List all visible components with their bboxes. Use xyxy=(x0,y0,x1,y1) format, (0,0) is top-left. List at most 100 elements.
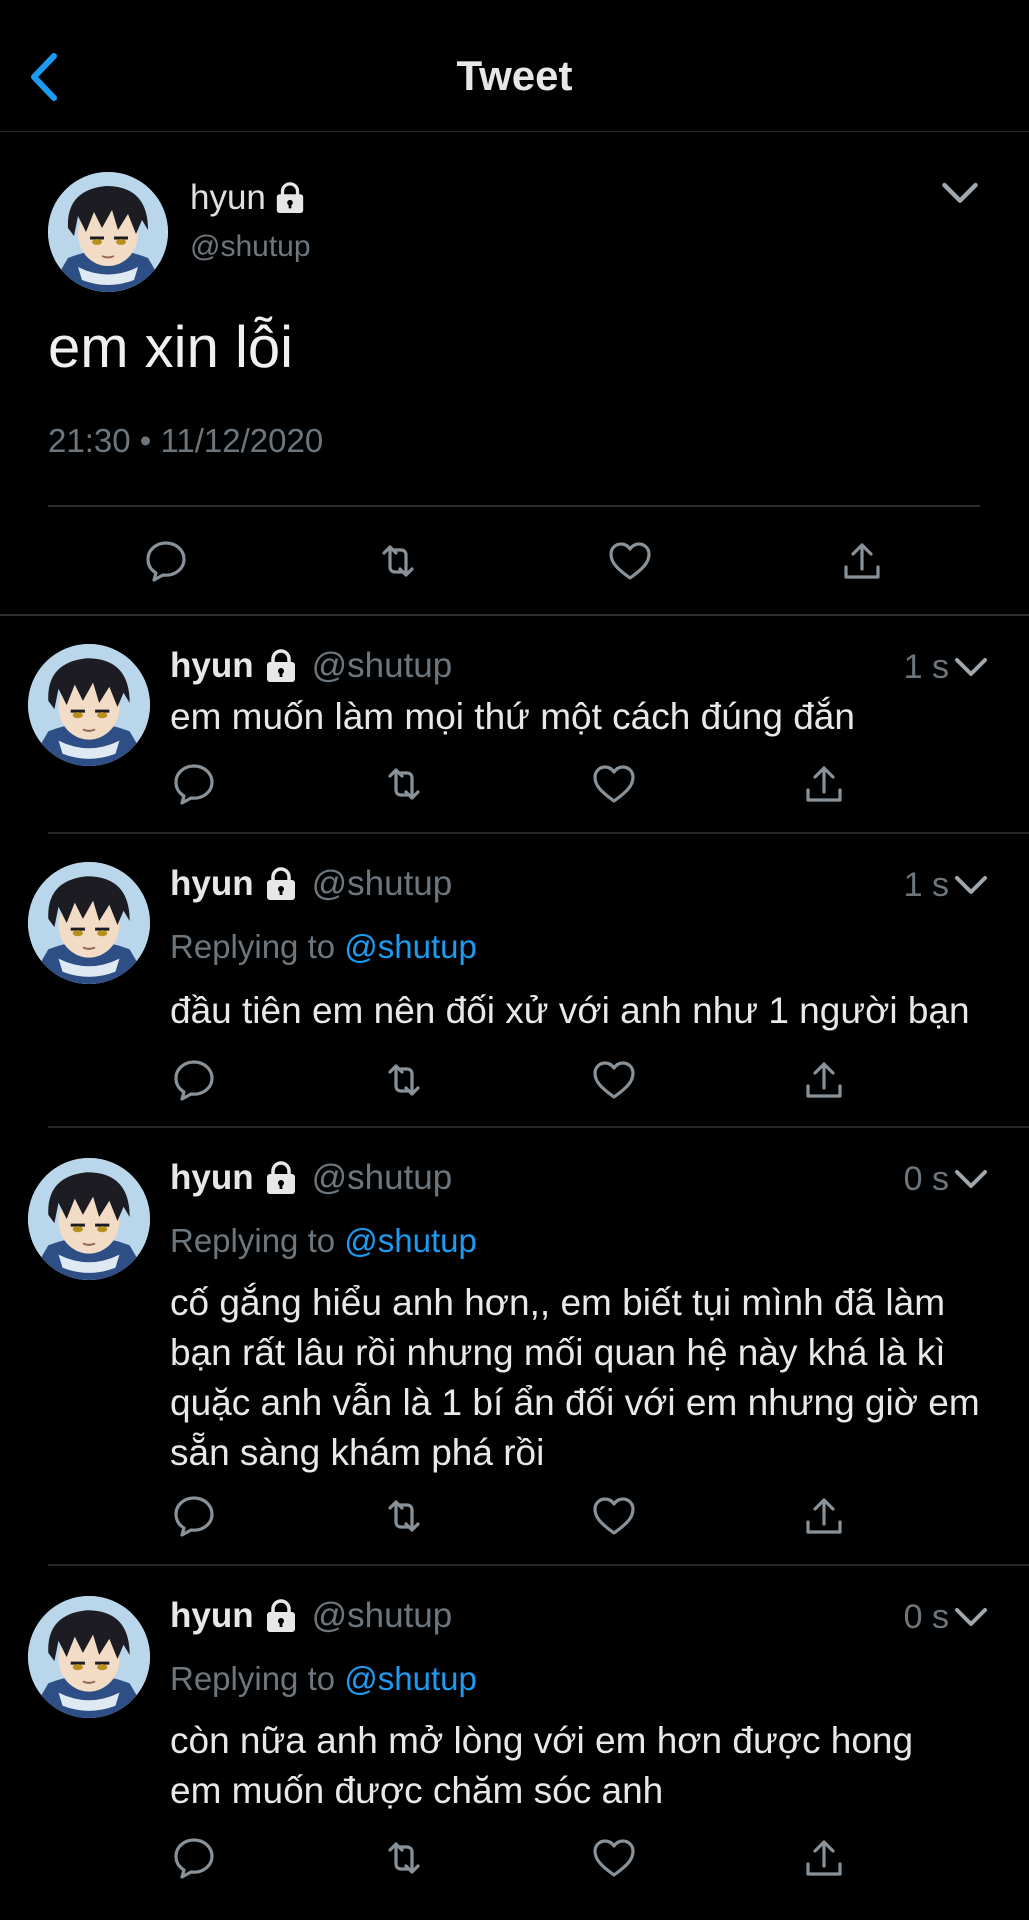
like-button[interactable] xyxy=(590,1492,638,1540)
chevron-down-icon[interactable] xyxy=(951,1162,991,1198)
retweet-icon xyxy=(374,537,422,585)
reply-actions xyxy=(0,1056,1029,1106)
reply-button[interactable] xyxy=(170,1056,218,1104)
retweet-icon xyxy=(380,1492,428,1540)
replying-to-label: Replying to xyxy=(170,1660,336,1697)
heart-icon xyxy=(590,760,638,808)
lock-icon xyxy=(264,867,298,901)
reply-tweet[interactable]: hyun @shutup 1 s Replying to @shutup đầu… xyxy=(0,834,1029,1128)
share-button[interactable] xyxy=(800,1056,848,1104)
replying-to-mention[interactable]: @shutup xyxy=(344,928,477,965)
reply-text-line: bạn rất lâu rồi nhưng mối quan hệ này kh… xyxy=(170,1332,946,1373)
lock-icon xyxy=(274,182,306,214)
reply-icon xyxy=(170,1492,218,1540)
reply-time: 1 s xyxy=(903,648,949,686)
share-icon xyxy=(838,537,886,585)
author-handle: @shutup xyxy=(311,646,453,685)
like-button[interactable] xyxy=(606,537,654,585)
reply-button[interactable] xyxy=(170,1492,218,1540)
author-handle: @shutup xyxy=(311,1596,453,1635)
retweet-button[interactable] xyxy=(380,760,428,808)
chevron-down-icon[interactable] xyxy=(951,1600,991,1636)
reply-actions xyxy=(0,1834,1029,1884)
chevron-down-icon[interactable] xyxy=(951,650,991,686)
page-title: Tweet xyxy=(456,52,573,99)
avatar[interactable] xyxy=(28,862,150,984)
reply-text-line: cố gắng hiểu anh hơn,, em biết tụi mình … xyxy=(170,1282,946,1323)
heart-icon xyxy=(590,1056,638,1104)
author-name: hyun xyxy=(190,178,266,217)
avatar[interactable] xyxy=(28,644,150,766)
replying-to-mention[interactable]: @shutup xyxy=(344,1660,477,1697)
reply-text: em muốn làm mọi thứ một cách đúng đắn xyxy=(170,696,855,737)
reply-actions xyxy=(0,760,1029,810)
retweet-button[interactable] xyxy=(380,1056,428,1104)
reply-header: hyun @shutup xyxy=(170,1596,452,1636)
reply-icon xyxy=(170,1056,218,1104)
reply-button[interactable] xyxy=(142,537,190,585)
heart-icon xyxy=(590,1492,638,1540)
share-button[interactable] xyxy=(800,760,848,808)
reply-text-line: sẵn sàng khám phá rồi xyxy=(170,1432,545,1473)
avatar[interactable] xyxy=(28,1158,150,1280)
reply-header: hyun @shutup xyxy=(170,646,452,686)
share-button[interactable] xyxy=(838,537,886,585)
divider xyxy=(48,505,980,507)
tweet-actions xyxy=(0,537,1029,597)
reply-actions xyxy=(0,1492,1029,1542)
lock-icon xyxy=(264,1161,298,1195)
replying-to: Replying to @shutup xyxy=(170,928,477,966)
retweet-button[interactable] xyxy=(380,1492,428,1540)
share-icon xyxy=(800,760,848,808)
heart-icon xyxy=(606,537,654,585)
like-button[interactable] xyxy=(590,760,638,808)
main-tweet: hyun @shutup em xin lỗi 21:30 • 11/12/20… xyxy=(0,132,1029,616)
reply-icon xyxy=(170,1834,218,1882)
reply-button[interactable] xyxy=(170,1834,218,1882)
author-name: hyun xyxy=(170,646,254,685)
reply-time: 0 s xyxy=(903,1160,949,1198)
reply-time: 0 s xyxy=(903,1598,949,1636)
like-button[interactable] xyxy=(590,1834,638,1882)
chevron-down-icon[interactable] xyxy=(951,868,991,904)
avatar[interactable] xyxy=(48,172,168,292)
reply-header: hyun @shutup xyxy=(170,864,452,904)
lock-icon xyxy=(264,649,298,683)
reply-icon xyxy=(170,760,218,808)
replying-to-label: Replying to xyxy=(170,1222,336,1259)
replying-to-label: Replying to xyxy=(170,928,336,965)
reply-tweet[interactable]: hyun @shutup 1 s em muốn làm mọi thứ một… xyxy=(0,618,1029,834)
like-button[interactable] xyxy=(590,1056,638,1104)
share-icon xyxy=(800,1056,848,1104)
top-bar: Tweet xyxy=(0,0,1029,132)
retweet-icon xyxy=(380,1056,428,1104)
replying-to: Replying to @shutup xyxy=(170,1222,477,1260)
reply-button[interactable] xyxy=(170,760,218,808)
reply-tweet[interactable]: hyun @shutup 0 s Replying to @shutup còn… xyxy=(0,1566,1029,1920)
share-button[interactable] xyxy=(800,1834,848,1882)
tweet-text: em xin lỗi xyxy=(48,315,293,380)
author-handle: @shutup xyxy=(190,230,311,263)
tweet-timestamp: 21:30 • 11/12/2020 xyxy=(48,422,324,459)
share-icon xyxy=(800,1834,848,1882)
lock-icon xyxy=(264,1599,298,1633)
reply-icon xyxy=(142,537,190,585)
replying-to-mention[interactable]: @shutup xyxy=(344,1222,477,1259)
tweet-thread-screen: Tweet hyun @shutup em xin lỗi 21:30 • 11… xyxy=(0,0,1029,1920)
reply-text: cố gắng hiểu anh hơn,, em biết tụi mình … xyxy=(170,1278,990,1478)
retweet-icon xyxy=(380,760,428,808)
author-name: hyun xyxy=(170,1158,254,1197)
avatar[interactable] xyxy=(28,1596,150,1718)
retweet-icon xyxy=(380,1834,428,1882)
share-button[interactable] xyxy=(800,1492,848,1540)
chevron-down-icon[interactable] xyxy=(936,174,984,214)
retweet-button[interactable] xyxy=(374,537,422,585)
heart-icon xyxy=(590,1834,638,1882)
author-handle: @shutup xyxy=(311,1158,453,1197)
retweet-button[interactable] xyxy=(380,1834,428,1882)
author-name-row[interactable]: hyun xyxy=(190,178,306,218)
reply-tweet[interactable]: hyun @shutup 0 s Replying to @shutup cố … xyxy=(0,1128,1029,1566)
share-icon xyxy=(800,1492,848,1540)
reply-time: 1 s xyxy=(903,866,949,904)
reply-text-line: còn nữa anh mở lòng với em hơn được hong xyxy=(170,1720,914,1761)
